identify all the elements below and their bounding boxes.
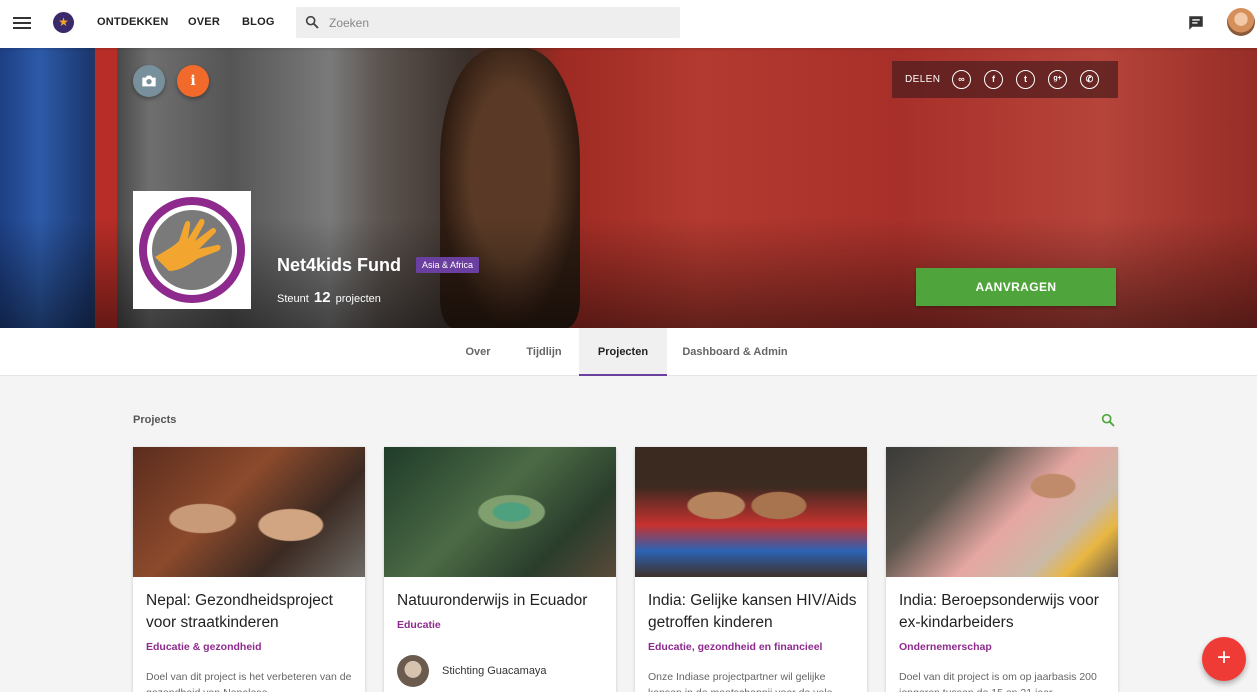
supports-prefix: Steunt <box>277 293 309 305</box>
twitter-icon[interactable]: t <box>1016 70 1035 89</box>
organization-name: Net4kids Fund <box>277 255 402 275</box>
project-title[interactable]: Natuuronderwijs in Ecuador <box>397 590 607 612</box>
camera-button[interactable] <box>133 65 165 97</box>
organization-logo <box>133 191 251 309</box>
share-label: DELEN <box>905 74 941 85</box>
share-panel: DELEN ∞ f t g+ ✆ <box>892 61 1118 98</box>
project-card[interactable]: India: Beroepsonderwijs voor ex-kindarbe… <box>886 447 1118 692</box>
nav-link-over[interactable]: OVER <box>188 16 220 28</box>
project-card[interactable]: India: Gelijke kansen HIV/Aids getroffen… <box>635 447 867 692</box>
google-plus-icon[interactable]: g+ <box>1048 70 1067 89</box>
top-navigation-bar: ★ ONTDEKKEN OVER BLOG <box>0 0 1257 48</box>
hand-logo-icon <box>139 197 245 303</box>
facebook-icon[interactable]: f <box>984 70 1003 89</box>
apply-button[interactable]: AANVRAGEN <box>916 268 1116 306</box>
camera-icon <box>142 75 156 87</box>
profile-tabs: Over Tijdlijn Projecten Dashboard & Admi… <box>0 328 1257 376</box>
nav-link-ontdekken[interactable]: ONTDEKKEN <box>97 16 168 28</box>
tab-over[interactable]: Over <box>452 328 504 376</box>
project-category: Educatie <box>397 619 441 631</box>
project-category: Educatie & gezondheid <box>146 641 262 653</box>
organization-name: Stichting Guacamaya <box>442 665 547 677</box>
project-description: Doel van dit project is om op jaarbasis … <box>899 671 1097 692</box>
project-description: Onze Indiase projectpartner wil gelijke … <box>648 671 832 692</box>
search-icon <box>305 15 319 29</box>
site-logo-icon[interactable]: ★ <box>53 12 74 33</box>
project-image <box>384 447 616 577</box>
project-title[interactable]: India: Beroepsonderwijs voor ex-kindarbe… <box>899 590 1109 634</box>
section-title: Projects <box>133 414 177 426</box>
add-button[interactable]: + <box>1202 637 1246 681</box>
chat-icon[interactable] <box>1187 14 1205 32</box>
project-image <box>635 447 867 577</box>
tab-tijdlijn[interactable]: Tijdlijn <box>516 328 572 376</box>
project-title[interactable]: Nepal: Gezondheidsproject voor straatkin… <box>146 590 356 634</box>
project-card[interactable]: Nepal: Gezondheidsproject voor straatkin… <box>133 447 365 692</box>
info-button[interactable]: i <box>177 65 209 97</box>
region-badge: Asia & Africa <box>416 257 480 273</box>
user-avatar[interactable] <box>1227 8 1255 36</box>
organization-avatar <box>397 655 429 687</box>
project-description: Doel van dit project is het verbeteren v… <box>146 671 352 692</box>
link-icon[interactable]: ∞ <box>952 70 971 89</box>
supports-suffix: projecten <box>335 293 381 305</box>
project-image <box>886 447 1118 577</box>
search-input[interactable] <box>329 7 669 38</box>
info-icon: i <box>190 73 196 89</box>
nav-link-blog[interactable]: BLOG <box>242 16 275 28</box>
supports-projects-count: Steunt 12 projecten <box>277 289 381 306</box>
project-title[interactable]: India: Gelijke kansen HIV/Aids getroffen… <box>648 590 858 634</box>
hamburger-menu-icon[interactable] <box>13 14 31 34</box>
tab-projecten[interactable]: Projecten <box>579 328 667 376</box>
project-organization[interactable]: Stichting Guacamaya <box>397 655 607 687</box>
project-image <box>133 447 365 577</box>
supports-number: 12 <box>313 289 331 306</box>
whatsapp-icon[interactable]: ✆ <box>1080 70 1099 89</box>
project-category: Ondernemerschap <box>899 641 992 653</box>
project-card[interactable]: Natuuronderwijs in Ecuador Educatie Stic… <box>384 447 616 692</box>
hero-banner: i DELEN ∞ f t g+ ✆ Net4kids Fund Asia & … <box>0 48 1257 328</box>
projects-search-icon[interactable] <box>1100 412 1116 428</box>
project-category: Educatie, gezondheid en financieel <box>648 641 823 653</box>
tab-dashboard-admin[interactable]: Dashboard & Admin <box>674 328 796 376</box>
search-bar <box>296 7 680 38</box>
